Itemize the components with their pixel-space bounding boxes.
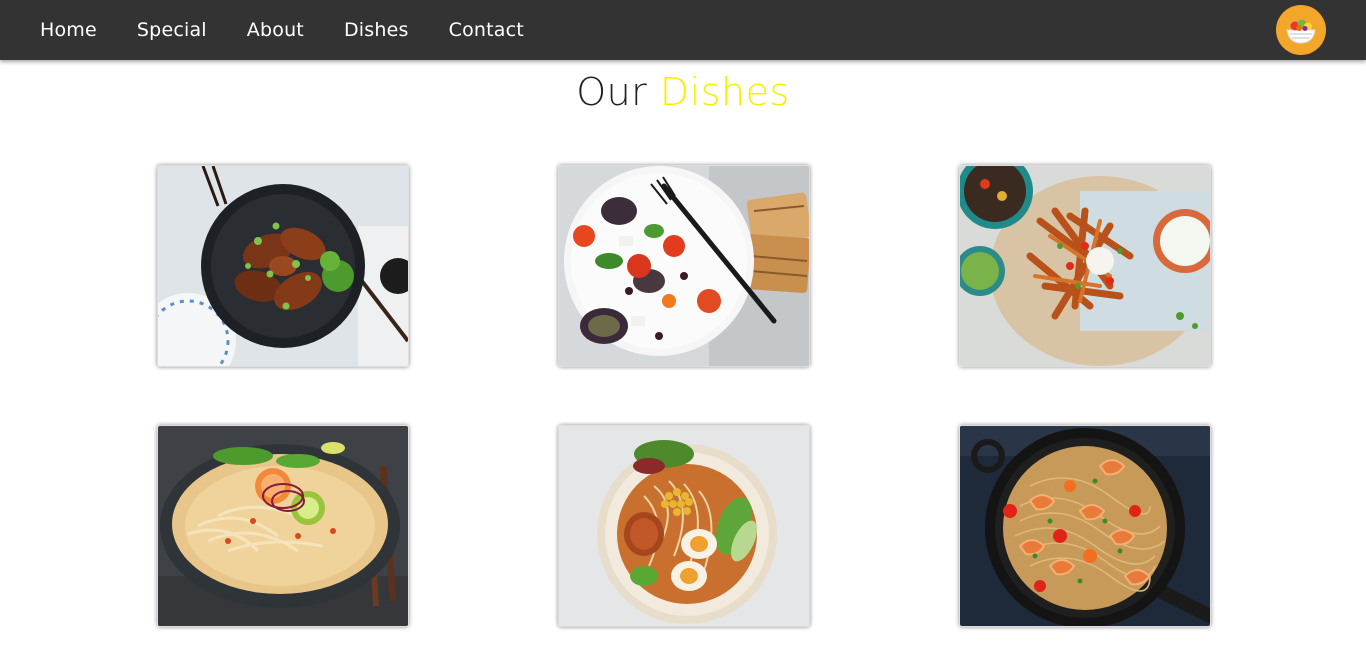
title-part-dishes: Dishes (659, 70, 790, 114)
dish-image-shrimp-spaghetti (960, 426, 1210, 626)
navbar: Home Special About Dishes Contact (0, 0, 1366, 60)
dish-card[interactable] (157, 425, 409, 627)
nav-link-dishes[interactable]: Dishes (344, 19, 409, 41)
dish-image-chicken-wings (158, 166, 408, 366)
dish-card[interactable] (157, 165, 409, 367)
dish-image-ramen-egg-bowl (559, 426, 809, 626)
dish-card[interactable] (959, 165, 1211, 367)
dish-card[interactable] (959, 425, 1211, 627)
nav-link-contact[interactable]: Contact (449, 19, 524, 41)
page-title: Our Dishes (0, 70, 1366, 114)
nav-link-special[interactable]: Special (137, 19, 207, 41)
salad-bowl-icon[interactable] (1276, 5, 1326, 55)
title-part-our: Our (576, 70, 648, 114)
nav-link-about[interactable]: About (247, 19, 304, 41)
dish-image-curry-noodle-soup (158, 426, 408, 626)
dish-image-sweet-potato-fries (960, 166, 1210, 366)
dish-image-mediterranean-salad (559, 166, 809, 366)
dish-card[interactable] (558, 165, 810, 367)
dish-card[interactable] (558, 425, 810, 627)
nav-menu: Home Special About Dishes Contact (40, 0, 524, 60)
nav-link-home[interactable]: Home (40, 19, 97, 41)
